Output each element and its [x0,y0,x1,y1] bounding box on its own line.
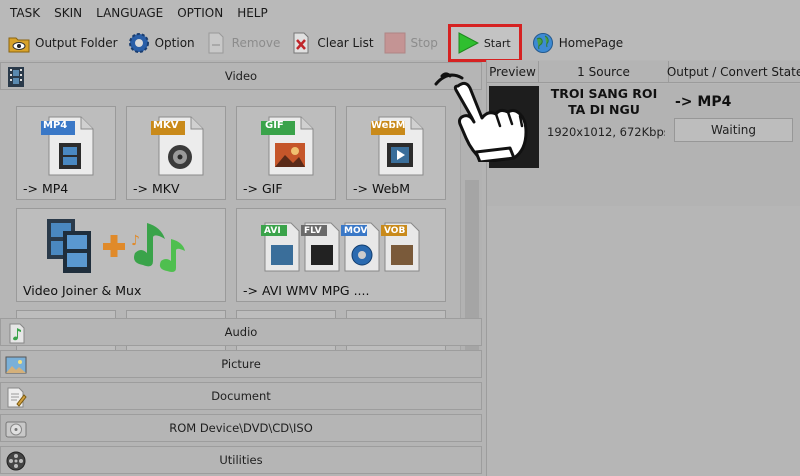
category-audio-label: Audio [224,325,258,339]
toolbar: Output Folder Option Remove Clear List S… [0,24,800,62]
source-title: TROI SANG ROI TA DI NGU [550,86,658,117]
output-format: -> MP4 [675,94,732,110]
stop-icon [384,32,406,54]
convert-state-badge: Waiting [674,118,793,142]
tile-mkv-label: -> MKV [133,181,180,196]
clear-list-icon [290,32,312,54]
stop-label: Stop [410,36,438,50]
video-joiner-icon: ♪ [47,219,185,273]
column-source[interactable]: 1 Source [539,61,669,83]
category-picture-label: Picture [221,357,261,371]
tile-mp4[interactable]: MP4 -> MP4 [16,106,116,200]
gif-badge: GIF [265,120,284,131]
start-label: Start [483,36,511,50]
pointing-hand-icon [434,72,528,162]
tile-gif-label: -> GIF [243,181,283,196]
option-label: Option [154,36,195,50]
category-document[interactable]: Document [0,382,482,410]
film-strip-icon [5,66,27,88]
category-video[interactable]: Video [0,62,482,90]
remove-label: Remove [231,36,281,50]
category-video-label: Video [224,69,258,83]
menu-help[interactable]: HELP [237,6,268,20]
column-output-state[interactable]: Output / Convert State [667,61,800,83]
menu-task[interactable]: TASK [10,6,40,20]
svg-text:♪: ♪ [131,233,140,249]
stop-button[interactable]: Stop [384,28,438,58]
category-rom-device-label: ROM Device\DVD\CD\ISO [169,421,313,435]
tile-gif[interactable]: GIF -> GIF [236,106,336,200]
category-panel: Video MP4 -> MP4 MKV -> MKV GIF -> GIF W… [0,62,482,476]
homepage-label: HomePage [558,36,624,50]
tile-avi-wmv-mpg[interactable]: AVI FLV MOV VOB -> AVI WMV MPG .... [236,208,446,302]
source-meta: 1920x1012, 672Kbps, 00 [547,125,665,139]
category-document-label: Document [211,389,271,403]
vob-badge: VOB [384,226,406,236]
output-folder-button[interactable]: Output Folder [8,28,118,58]
tile-webm-label: -> WebM [353,181,410,196]
category-rom-device[interactable]: ROM Device\DVD\CD\ISO [0,414,482,442]
category-utilities[interactable]: Utilities [0,446,482,474]
output-folder-label: Output Folder [35,36,118,50]
picture-icon [5,354,27,376]
music-note-icon [5,322,27,344]
film-reel-icon [5,450,27,472]
tile-video-joiner[interactable]: ♪ Video Joiner & Mux [16,208,226,302]
folder-eye-icon [8,32,30,54]
tile-mkv[interactable]: MKV -> MKV [126,106,226,200]
category-picture[interactable]: Picture [0,350,482,378]
category-audio[interactable]: Audio [0,318,482,346]
remove-button[interactable]: Remove [205,28,281,58]
clear-list-label: Clear List [317,36,374,50]
multi-format-icons [261,222,420,272]
tile-avi-wmv-mpg-label: -> AVI WMV MPG .... [243,283,370,298]
start-button[interactable]: Start [447,24,522,62]
menu-language[interactable]: LANGUAGE [96,6,163,20]
gear-icon [128,32,150,54]
menu-bar: TASK SKIN LANGUAGE OPTION HELP [0,0,800,26]
globe-icon [532,32,554,54]
document-pen-icon [5,386,27,408]
mp4-badge: MP4 [43,120,68,131]
menu-option[interactable]: OPTION [177,6,223,20]
webm-badge: WebM [371,120,406,131]
remove-doc-icon [205,32,227,54]
menu-skin[interactable]: SKIN [54,6,82,20]
clear-list-button[interactable]: Clear List [290,28,374,58]
play-icon [457,32,479,54]
flv-badge: FLV [304,226,322,236]
tile-video-joiner-label: Video Joiner & Mux [23,283,142,298]
tile-mp4-label: -> MP4 [23,181,69,196]
mkv-badge: MKV [153,120,179,131]
tile-webm[interactable]: WebM -> WebM [346,106,446,200]
homepage-button[interactable]: HomePage [532,28,624,58]
avi-badge: AVI [264,226,281,236]
mov-badge: MOV [344,226,368,236]
disc-drive-icon [5,418,27,440]
option-button[interactable]: Option [128,28,195,58]
category-utilities-label: Utilities [219,453,263,467]
